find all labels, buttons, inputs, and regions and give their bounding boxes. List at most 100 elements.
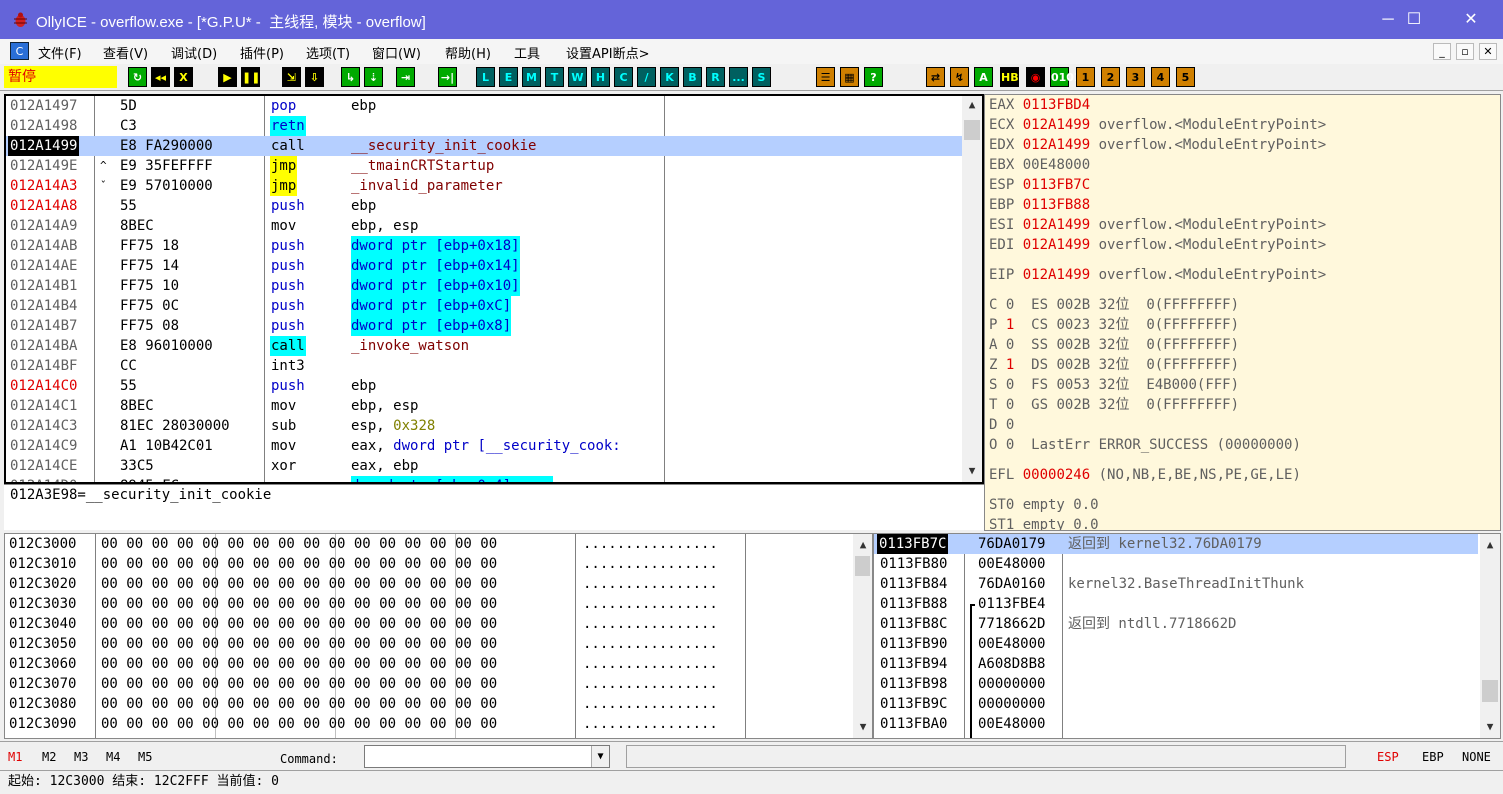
disassembly-pane[interactable]: 012A1497 5D pop ebp 012A1498 C3 retn 012A1499… [4, 94, 984, 484]
disasm-scrollbar[interactable]: ▲ ▼ [962, 96, 982, 482]
reg-value[interactable]: 0113FBD4 [1023, 97, 1090, 113]
menu-file[interactable]: 文件(F) [38, 43, 82, 62]
stack-row-current[interactable]: 0113FB7C 76DA0179 返回到 kernel32.76DA0179 [874, 534, 1478, 554]
reg-value[interactable]: 0113FB88 [1023, 197, 1090, 213]
goto-button[interactable]: →| [438, 67, 457, 87]
disasm-row[interactable]: 012A14A9 8BEC mov ebp, esp [6, 216, 964, 236]
maximize-button[interactable]: ☐ [1388, 0, 1440, 39]
reg-value[interactable]: 00E48000 [1023, 157, 1090, 173]
disasm-row[interactable]: 012A14C9 A1 10B42C01 mov eax, dword ptr [__… [6, 436, 964, 456]
scroll-down-icon[interactable]: ▼ [1480, 720, 1500, 733]
hardware-breakpoint-button[interactable]: HB [1000, 67, 1019, 87]
disasm-row-current[interactable]: 012A1499 E8 FA290000 call __security_init_c… [6, 136, 964, 156]
swap-button[interactable]: ⇄ [926, 67, 945, 87]
stack-follow-ebp[interactable]: EBP [1422, 750, 1444, 764]
memory-tab-m4[interactable]: M4 [106, 750, 120, 764]
step-into-button[interactable]: ⇲ [282, 67, 301, 87]
disasm-row[interactable]: 012A1497 5D pop ebp [6, 96, 964, 116]
disasm-row[interactable]: 012A14D08945 FCmovdword ptr [ebp-0x4], e… [6, 476, 964, 482]
registers-pane[interactable]: EAX 0113FBD4 ECX 012A1499 overflow.<Modu… [984, 94, 1501, 531]
scroll-down-icon[interactable]: ▼ [853, 720, 872, 733]
flag-value[interactable]: 0 [1006, 417, 1014, 433]
toggle-button[interactable]: ↯ [950, 67, 969, 87]
grid-view-button[interactable]: ▦ [840, 67, 859, 87]
animate-into-button[interactable]: ↳ [341, 67, 360, 87]
eip-value[interactable]: 012A1499 [1023, 267, 1090, 283]
disasm-row[interactable]: 012A14C1 8BEC mov ebp, esp [6, 396, 964, 416]
flag-value[interactable]: 0 [1006, 377, 1014, 393]
slot-2-button[interactable]: 2 [1101, 67, 1120, 87]
animate-over-button[interactable]: ⇣ [364, 67, 383, 87]
references-window-button[interactable]: R [706, 67, 725, 87]
close-button[interactable]: ✕ [1445, 0, 1497, 39]
callstack-window-button[interactable]: K [660, 67, 679, 87]
help-button[interactable]: ? [864, 67, 883, 87]
disasm-row[interactable]: 012A14C3 81EC 28030000 sub esp, 0x328 [6, 416, 964, 436]
flag-value[interactable]: 1 [1006, 357, 1014, 373]
step-over-button[interactable]: ⇩ [305, 67, 324, 87]
menu-set-api-breakpoint[interactable]: 设置API断点> [566, 43, 649, 62]
scroll-up-icon[interactable]: ▲ [1480, 538, 1500, 551]
disasm-row[interactable]: 012A149E ^ E9 35FEFFFF jmp __tmainCRTStartup [6, 156, 964, 176]
menu-options[interactable]: 选项(T) [306, 43, 350, 62]
flag-value[interactable]: 0 [1006, 297, 1014, 313]
memory-tab-m5[interactable]: M5 [138, 750, 152, 764]
stack-row[interactable]: 0113FB94 A608D8B8 [874, 654, 1478, 674]
disasm-row[interactable]: 012A14A8 55 push ebp [6, 196, 964, 216]
memory-dump-pane[interactable]: 012C3000 00 00 00 00 00 00 00 00 00 00 00… [4, 533, 873, 739]
disasm-row[interactable]: 012A14BF CC int3 [6, 356, 964, 376]
stack-row[interactable]: 0113FB80 00E48000 [874, 554, 1478, 574]
menu-tools[interactable]: 工具 [514, 43, 540, 62]
menu-debug[interactable]: 调试(D) [171, 43, 217, 62]
memory-tab-m1[interactable]: M1 [8, 750, 22, 764]
target-button[interactable]: ◉ [1026, 67, 1045, 87]
menu-plugins[interactable]: 插件(P) [240, 43, 284, 62]
reg-value[interactable]: 012A1499 [1023, 137, 1090, 153]
reg-value[interactable]: 012A1499 [1023, 217, 1090, 233]
scroll-down-icon[interactable]: ▼ [962, 464, 982, 477]
stack-row[interactable]: 0113FBA0 00E48000 [874, 714, 1478, 734]
modules-window-button[interactable]: E [499, 67, 518, 87]
disasm-row[interactable]: 012A14A3 ˇ E9 57010000 jmp _invalid_paramete… [6, 176, 964, 196]
stack-follow-esp[interactable]: ESP [1377, 750, 1399, 764]
windows-window-button[interactable]: W [568, 67, 587, 87]
stack-follow-none[interactable]: NONE [1462, 750, 1491, 764]
menu-view[interactable]: 查看(V) [103, 43, 148, 62]
run-button[interactable]: ▶ [218, 67, 237, 87]
disasm-row[interactable]: 012A14B4 FF75 0C push dword ptr [ebp+0xC] [6, 296, 964, 316]
scroll-up-icon[interactable]: ▲ [962, 98, 982, 111]
disasm-row[interactable]: 012A14B7 FF75 08 push dword ptr [ebp+0x8] [6, 316, 964, 336]
restart-button[interactable]: ↻ [128, 67, 147, 87]
stack-scrollbar[interactable]: ▲ ▼ [1480, 534, 1500, 738]
cpu-window-button[interactable]: C [614, 67, 633, 87]
dump-scrollbar[interactable]: ▲ ▼ [853, 534, 872, 738]
efl-value[interactable]: 00000246 [1023, 467, 1090, 483]
menu-window[interactable]: 窗口(W) [372, 43, 421, 62]
mdi-minimize-button[interactable]: _ [1433, 43, 1451, 60]
list-view-button[interactable]: ☰ [816, 67, 835, 87]
close-process-button[interactable]: ◂◂ [151, 67, 170, 87]
scrollbar-thumb[interactable] [855, 556, 870, 576]
mdi-restore-button[interactable]: ▫ [1456, 43, 1474, 60]
scrollbar-thumb[interactable] [964, 120, 980, 140]
scroll-up-icon[interactable]: ▲ [853, 538, 872, 551]
reg-value[interactable]: 012A1499 [1023, 117, 1090, 133]
flag-value[interactable]: 0 [1006, 337, 1014, 353]
command-input[interactable]: ▼ [364, 745, 610, 768]
memory-tab-m3[interactable]: M3 [74, 750, 88, 764]
app-menu-icon[interactable]: C [10, 42, 29, 60]
flag-value[interactable]: 0 [1006, 437, 1014, 453]
mdi-close-button[interactable]: ✕ [1479, 43, 1497, 60]
disasm-row[interactable]: 012A14CE 33C5 xor eax, ebp [6, 456, 964, 476]
patches-window-button[interactable]: / [637, 67, 656, 87]
run-trace-window-button[interactable]: ... [729, 67, 748, 87]
disasm-row[interactable]: 012A14AB FF75 18 push dword ptr [ebp+0x18] [6, 236, 964, 256]
binary-button[interactable]: 0101 [1050, 67, 1082, 87]
stack-pane[interactable]: 0113FB7C 76DA0179 返回到 kernel32.76DA0179 01… [873, 533, 1501, 739]
threads-window-button[interactable]: T [545, 67, 564, 87]
breakpoints-window-button[interactable]: B [683, 67, 702, 87]
stack-row[interactable]: 0113FB98 00000000 [874, 674, 1478, 694]
disasm-row[interactable]: 012A14BA E8 96010000 call _invoke_watson [6, 336, 964, 356]
execute-till-return-button[interactable]: ⇥ [396, 67, 415, 87]
reg-value[interactable]: 012A1499 [1023, 237, 1090, 253]
